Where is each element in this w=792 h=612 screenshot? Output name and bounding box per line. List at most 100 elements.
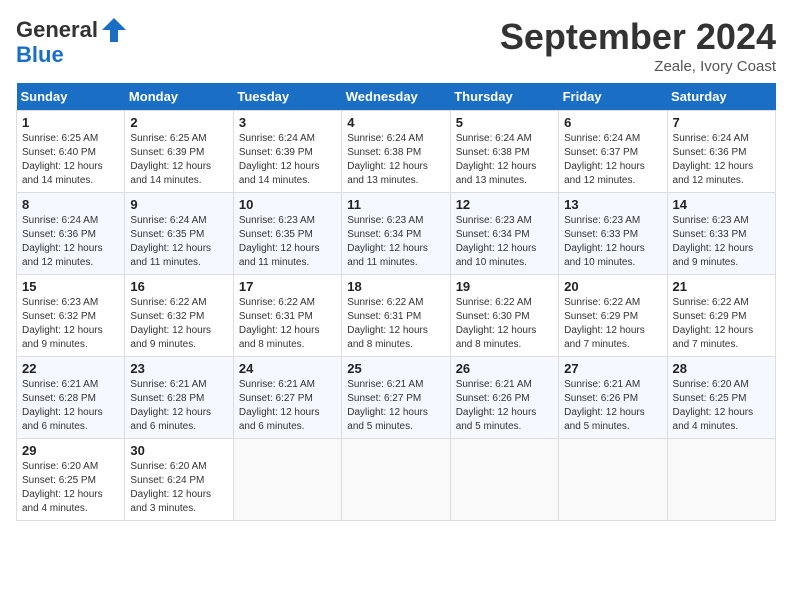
calendar-cell: 2 Sunrise: 6:25 AMSunset: 6:39 PMDaylight… <box>125 111 233 193</box>
day-info: Sunrise: 6:23 AMSunset: 6:33 PMDaylight:… <box>564 214 661 270</box>
day-number: 6 <box>564 115 661 130</box>
calendar-cell <box>450 439 558 521</box>
calendar-cell: 4 Sunrise: 6:24 AMSunset: 6:38 PMDaylight… <box>342 111 450 193</box>
calendar-cell: 9 Sunrise: 6:24 AMSunset: 6:35 PMDaylight… <box>125 193 233 275</box>
month-title: September 2024 <box>500 16 776 58</box>
day-number: 2 <box>130 115 227 130</box>
day-info: Sunrise: 6:25 AMSunset: 6:40 PMDaylight:… <box>22 132 119 188</box>
calendar-header-row: Sunday Monday Tuesday Wednesday Thursday… <box>17 83 776 111</box>
day-number: 22 <box>22 361 119 376</box>
day-number: 8 <box>22 197 119 212</box>
calendar-cell: 30 Sunrise: 6:20 AMSunset: 6:24 PMDayligh… <box>125 439 233 521</box>
header-sunday: Sunday <box>17 83 125 111</box>
calendar-cell: 15 Sunrise: 6:23 AMSunset: 6:32 PMDayligh… <box>17 275 125 357</box>
day-info: Sunrise: 6:23 AMSunset: 6:34 PMDaylight:… <box>347 214 444 270</box>
calendar-cell: 21Sunrise: 6:22 AMSunset: 6:29 PMDayligh… <box>667 275 775 357</box>
calendar-cell: 27 Sunrise: 6:21 AMSunset: 6:26 PMDayligh… <box>559 357 667 439</box>
logo-icon <box>100 16 128 44</box>
day-number: 27 <box>564 361 661 376</box>
day-info: Sunrise: 6:23 AMSunset: 6:33 PMDaylight:… <box>673 214 770 270</box>
calendar-cell: 20Sunrise: 6:22 AMSunset: 6:29 PMDayligh… <box>559 275 667 357</box>
day-info: Sunrise: 6:23 AMSunset: 6:34 PMDaylight:… <box>456 214 553 270</box>
day-info: Sunrise: 6:24 AMSunset: 6:38 PMDaylight:… <box>347 132 444 188</box>
calendar-cell: 12 Sunrise: 6:23 AMSunset: 6:34 PMDayligh… <box>450 193 558 275</box>
logo-general: General <box>16 19 98 41</box>
week-row-1: 1 Sunrise: 6:25 AMSunset: 6:40 PMDaylight… <box>17 111 776 193</box>
day-info: Sunrise: 6:21 AMSunset: 6:28 PMDaylight:… <box>130 378 227 434</box>
day-number: 11 <box>347 197 444 212</box>
header-monday: Monday <box>125 83 233 111</box>
day-info: Sunrise: 6:22 AMSunset: 6:30 PMDaylight:… <box>456 296 553 352</box>
day-info: Sunrise: 6:22 AMSunset: 6:29 PMDaylight:… <box>564 296 661 352</box>
day-number: 13 <box>564 197 661 212</box>
day-number: 12 <box>456 197 553 212</box>
day-info: Sunrise: 6:20 AMSunset: 6:25 PMDaylight:… <box>22 460 119 516</box>
day-number: 5 <box>456 115 553 130</box>
day-number: 1 <box>22 115 119 130</box>
day-info: Sunrise: 6:24 AMSunset: 6:35 PMDaylight:… <box>130 214 227 270</box>
day-info: Sunrise: 6:21 AMSunset: 6:26 PMDaylight:… <box>456 378 553 434</box>
day-info: Sunrise: 6:24 AMSunset: 6:36 PMDaylight:… <box>673 132 770 188</box>
day-info: Sunrise: 6:21 AMSunset: 6:26 PMDaylight:… <box>564 378 661 434</box>
calendar-cell: 18 Sunrise: 6:22 AMSunset: 6:31 PMDayligh… <box>342 275 450 357</box>
day-info: Sunrise: 6:25 AMSunset: 6:39 PMDaylight:… <box>130 132 227 188</box>
header-saturday: Saturday <box>667 83 775 111</box>
day-number: 4 <box>347 115 444 130</box>
calendar-cell: 23 Sunrise: 6:21 AMSunset: 6:28 PMDayligh… <box>125 357 233 439</box>
calendar-cell: 13 Sunrise: 6:23 AMSunset: 6:33 PMDayligh… <box>559 193 667 275</box>
calendar-cell: 16Sunrise: 6:22 AMSunset: 6:32 PMDayligh… <box>125 275 233 357</box>
day-number: 19 <box>456 279 553 294</box>
day-number: 25 <box>347 361 444 376</box>
day-info: Sunrise: 6:21 AMSunset: 6:27 PMDaylight:… <box>239 378 336 434</box>
day-number: 30 <box>130 443 227 458</box>
day-number: 3 <box>239 115 336 130</box>
calendar-cell: 5 Sunrise: 6:24 AMSunset: 6:38 PMDaylight… <box>450 111 558 193</box>
calendar-cell: 26 Sunrise: 6:21 AMSunset: 6:26 PMDayligh… <box>450 357 558 439</box>
day-info: Sunrise: 6:24 AMSunset: 6:36 PMDaylight:… <box>22 214 119 270</box>
day-info: Sunrise: 6:22 AMSunset: 6:32 PMDaylight:… <box>130 296 227 352</box>
calendar-cell: 19 Sunrise: 6:22 AMSunset: 6:30 PMDayligh… <box>450 275 558 357</box>
calendar-cell: 11 Sunrise: 6:23 AMSunset: 6:34 PMDayligh… <box>342 193 450 275</box>
header-wednesday: Wednesday <box>342 83 450 111</box>
day-number: 18 <box>347 279 444 294</box>
day-info: Sunrise: 6:24 AMSunset: 6:38 PMDaylight:… <box>456 132 553 188</box>
week-row-4: 22 Sunrise: 6:21 AMSunset: 6:28 PMDayligh… <box>17 357 776 439</box>
header-tuesday: Tuesday <box>233 83 341 111</box>
day-number: 23 <box>130 361 227 376</box>
calendar-cell <box>667 439 775 521</box>
day-info: Sunrise: 6:24 AMSunset: 6:39 PMDaylight:… <box>239 132 336 188</box>
week-row-3: 15 Sunrise: 6:23 AMSunset: 6:32 PMDayligh… <box>17 275 776 357</box>
day-number: 7 <box>673 115 770 130</box>
day-info: Sunrise: 6:23 AMSunset: 6:35 PMDaylight:… <box>239 214 336 270</box>
day-info: Sunrise: 6:20 AMSunset: 6:24 PMDaylight:… <box>130 460 227 516</box>
header-thursday: Thursday <box>450 83 558 111</box>
calendar-cell <box>559 439 667 521</box>
calendar-cell: 24 Sunrise: 6:21 AMSunset: 6:27 PMDayligh… <box>233 357 341 439</box>
calendar-cell: 10Sunrise: 6:23 AMSunset: 6:35 PMDayligh… <box>233 193 341 275</box>
day-number: 28 <box>673 361 770 376</box>
title-area: September 2024 Zeale, Ivory Coast <box>500 16 776 75</box>
calendar-table: Sunday Monday Tuesday Wednesday Thursday… <box>16 83 776 521</box>
calendar-cell <box>342 439 450 521</box>
calendar-cell: 3 Sunrise: 6:24 AMSunset: 6:39 PMDaylight… <box>233 111 341 193</box>
week-row-5: 29Sunrise: 6:20 AMSunset: 6:25 PMDayligh… <box>17 439 776 521</box>
calendar-cell: 28 Sunrise: 6:20 AMSunset: 6:25 PMDayligh… <box>667 357 775 439</box>
day-number: 26 <box>456 361 553 376</box>
day-info: Sunrise: 6:23 AMSunset: 6:32 PMDaylight:… <box>22 296 119 352</box>
calendar-cell: 29Sunrise: 6:20 AMSunset: 6:25 PMDayligh… <box>17 439 125 521</box>
day-number: 15 <box>22 279 119 294</box>
day-info: Sunrise: 6:22 AMSunset: 6:31 PMDaylight:… <box>347 296 444 352</box>
day-number: 9 <box>130 197 227 212</box>
day-number: 17 <box>239 279 336 294</box>
day-number: 14 <box>673 197 770 212</box>
day-number: 24 <box>239 361 336 376</box>
calendar-cell: 1 Sunrise: 6:25 AMSunset: 6:40 PMDaylight… <box>17 111 125 193</box>
day-info: Sunrise: 6:20 AMSunset: 6:25 PMDaylight:… <box>673 378 770 434</box>
header-friday: Friday <box>559 83 667 111</box>
calendar-cell: 6Sunrise: 6:24 AMSunset: 6:37 PMDaylight… <box>559 111 667 193</box>
logo: General Blue <box>16 16 128 67</box>
day-info: Sunrise: 6:21 AMSunset: 6:27 PMDaylight:… <box>347 378 444 434</box>
calendar-cell: 17Sunrise: 6:22 AMSunset: 6:31 PMDayligh… <box>233 275 341 357</box>
calendar-cell: 25 Sunrise: 6:21 AMSunset: 6:27 PMDayligh… <box>342 357 450 439</box>
location-title: Zeale, Ivory Coast <box>500 58 776 75</box>
